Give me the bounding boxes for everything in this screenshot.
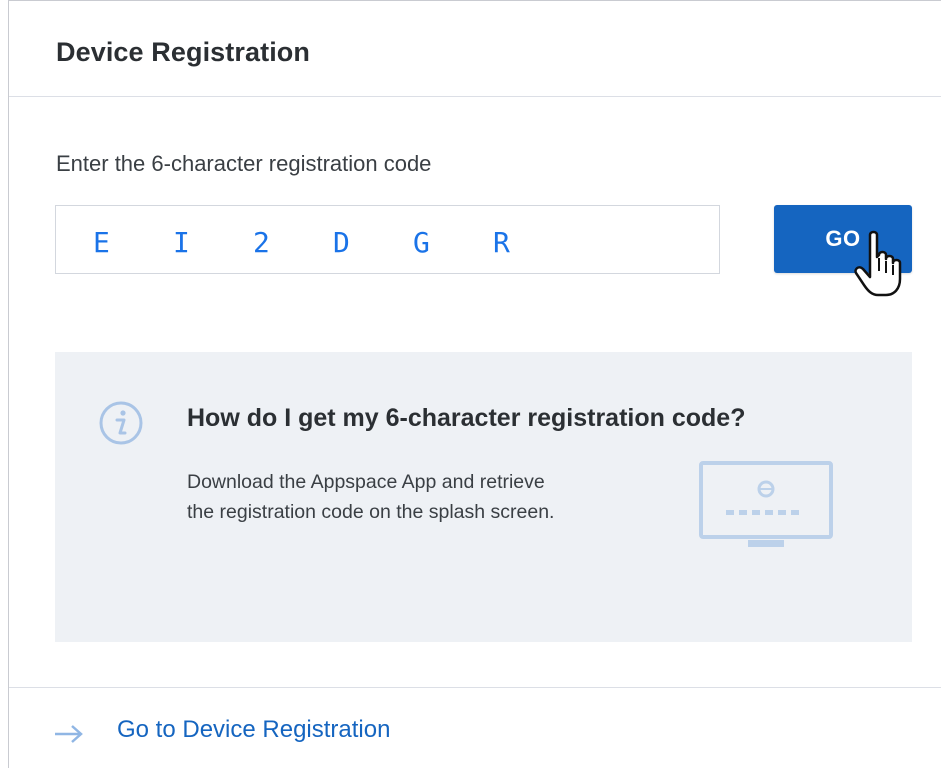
panel-header: Device Registration	[9, 1, 941, 97]
device-registration-panel: Device Registration Enter the 6-characte…	[8, 0, 941, 768]
monitor-icon	[699, 461, 833, 547]
arrow-right-icon	[55, 725, 83, 743]
code-instruction: Enter the 6-character registration code	[56, 151, 432, 176]
code-characters: E I 2 D G R	[93, 226, 573, 259]
help-title: How do I get my 6-character registration…	[187, 404, 746, 432]
help-text: Download the Appspace App and retrieve t…	[187, 471, 555, 523]
code-char-1: E	[93, 226, 110, 259]
code-char-2: I	[173, 226, 190, 259]
code-char-6: R	[493, 226, 510, 259]
help-box: How do I get my 6-character registration…	[55, 352, 912, 642]
code-char-4: D	[333, 226, 350, 259]
registration-code-input[interactable]: E I 2 D G R	[55, 205, 720, 274]
code-char-3: 2	[253, 226, 270, 259]
go-to-device-registration-link[interactable]: Go to Device Registration	[117, 716, 390, 744]
hand-pointer-cursor-icon	[854, 230, 902, 297]
panel-footer: Go to Device Registration	[9, 687, 941, 769]
page-title: Device Registration	[56, 37, 310, 67]
info-icon	[99, 401, 143, 445]
code-char-5: G	[413, 226, 430, 259]
